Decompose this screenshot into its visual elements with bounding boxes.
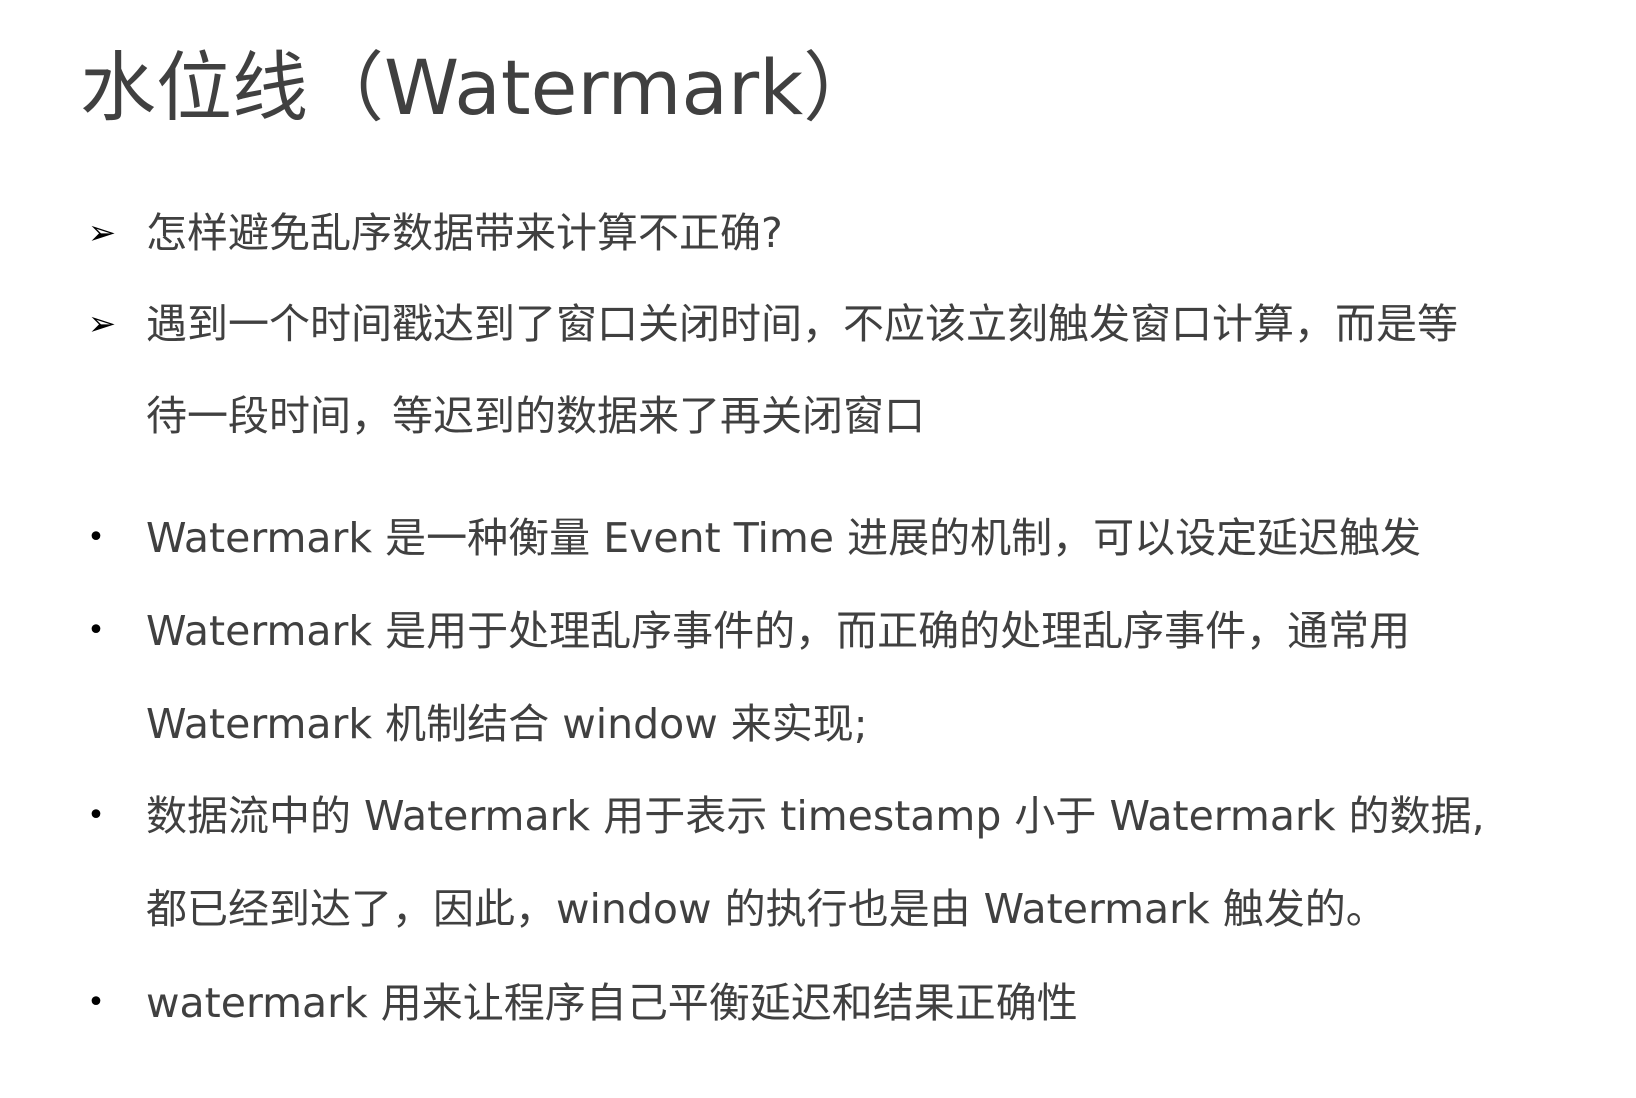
list-item-text: 怎样避免乱序数据带来计算不正确? xyxy=(146,209,783,257)
list-item-text: Watermark 是一种衡量 Event Time 进展的机制，可以设定延迟触… xyxy=(146,514,1422,562)
arrow-bullet-icon: ➢ xyxy=(87,304,117,344)
list-item-text-continued: 待一段时间，等迟到的数据来了再关闭窗口 xyxy=(146,392,925,440)
dot-bullet-icon: • xyxy=(87,520,105,555)
dot-bullet-icon: • xyxy=(87,985,105,1020)
list-item-text: Watermark 是用于处理乱序事件的，而正确的处理乱序事件，通常用 xyxy=(146,607,1411,655)
slide: 水位线（Watermark） ➢ 怎样避免乱序数据带来计算不正确? ➢ 遇到一个… xyxy=(0,0,1636,1098)
list-item-text: 遇到一个时间戳达到了窗口关闭时间，不应该立刻触发窗口计算，而是等 xyxy=(146,300,1458,348)
arrow-bullet-icon: ➢ xyxy=(87,213,117,253)
list-item-text-continued: Watermark 机制结合 window 来实现; xyxy=(146,700,868,748)
list-item-text: watermark 用来让程序自己平衡延迟和结果正确性 xyxy=(146,979,1078,1027)
list-item-text-continued: 都已经到达了，因此，window 的执行也是由 Watermark 触发的。 xyxy=(146,885,1387,933)
list-item-text: 数据流中的 Watermark 用于表示 timestamp 小于 Waterm… xyxy=(146,792,1485,840)
slide-title: 水位线（Watermark） xyxy=(80,43,880,132)
dot-bullet-icon: • xyxy=(87,798,105,833)
dot-bullet-icon: • xyxy=(87,613,105,648)
